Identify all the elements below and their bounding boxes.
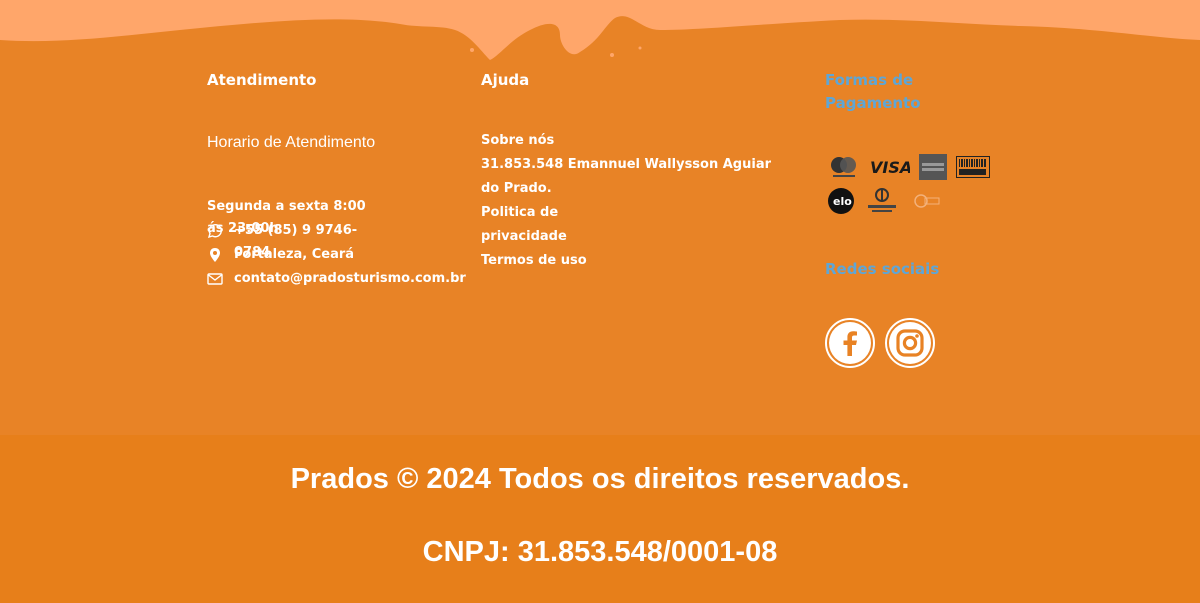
elo-icon: elo bbox=[827, 187, 855, 219]
cnpj-text: CNPJ: 31.853.548/0001-08 bbox=[422, 536, 778, 568]
email-text: contato@pradosturismo.com.br bbox=[234, 271, 466, 286]
social-links bbox=[825, 318, 935, 368]
svg-text:elo: elo bbox=[833, 195, 852, 208]
atendimento-heading: Atendimento bbox=[207, 71, 317, 89]
facebook-button[interactable] bbox=[825, 318, 875, 368]
pagamento-heading: Formas de Pagamento bbox=[825, 71, 921, 112]
help-links: Sobre nós 31.853.548 Emannuel Wallysson … bbox=[481, 129, 781, 273]
boleto-icon bbox=[956, 156, 990, 182]
whatsapp-icon bbox=[207, 223, 223, 239]
facebook-icon bbox=[827, 320, 873, 366]
amex-icon bbox=[919, 154, 947, 184]
ajuda-heading: Ajuda bbox=[481, 71, 530, 89]
mastercard-icon bbox=[827, 154, 861, 184]
svg-text:VISA: VISA bbox=[870, 158, 910, 177]
link-sobre-nos[interactable]: Sobre nós bbox=[481, 129, 781, 153]
link-politica-privacidade[interactable]: Politica de privacidade bbox=[481, 201, 591, 249]
hours-title: Horario de Atendimento bbox=[207, 134, 376, 151]
diners-club-icon bbox=[864, 187, 900, 219]
copyright-text: Prados © 2024 Todos os direitos reservad… bbox=[290, 463, 910, 495]
hipercard-icon bbox=[909, 191, 943, 215]
location-contact: Fortaleza, Ceará bbox=[207, 244, 354, 266]
payment-icons: VISA elo bbox=[827, 154, 997, 223]
location-text: Fortaleza, Ceará bbox=[234, 247, 355, 262]
paint-splash-decoration bbox=[0, 0, 1200, 60]
redes-sociais-heading: Redes sociais bbox=[825, 260, 940, 278]
instagram-button[interactable] bbox=[885, 318, 935, 368]
link-termos-uso[interactable]: Termos de uso bbox=[481, 249, 781, 273]
visa-icon: VISA bbox=[870, 157, 912, 181]
location-pin-icon bbox=[207, 247, 223, 263]
link-company-info[interactable]: 31.853.548 Emannuel Wallysson Aguiar do … bbox=[481, 153, 781, 201]
mail-icon bbox=[207, 271, 223, 287]
instagram-icon bbox=[887, 320, 933, 366]
footer-bottom-bar bbox=[0, 435, 1200, 603]
email-contact[interactable]: contato@pradosturismo.com.br bbox=[207, 268, 466, 290]
